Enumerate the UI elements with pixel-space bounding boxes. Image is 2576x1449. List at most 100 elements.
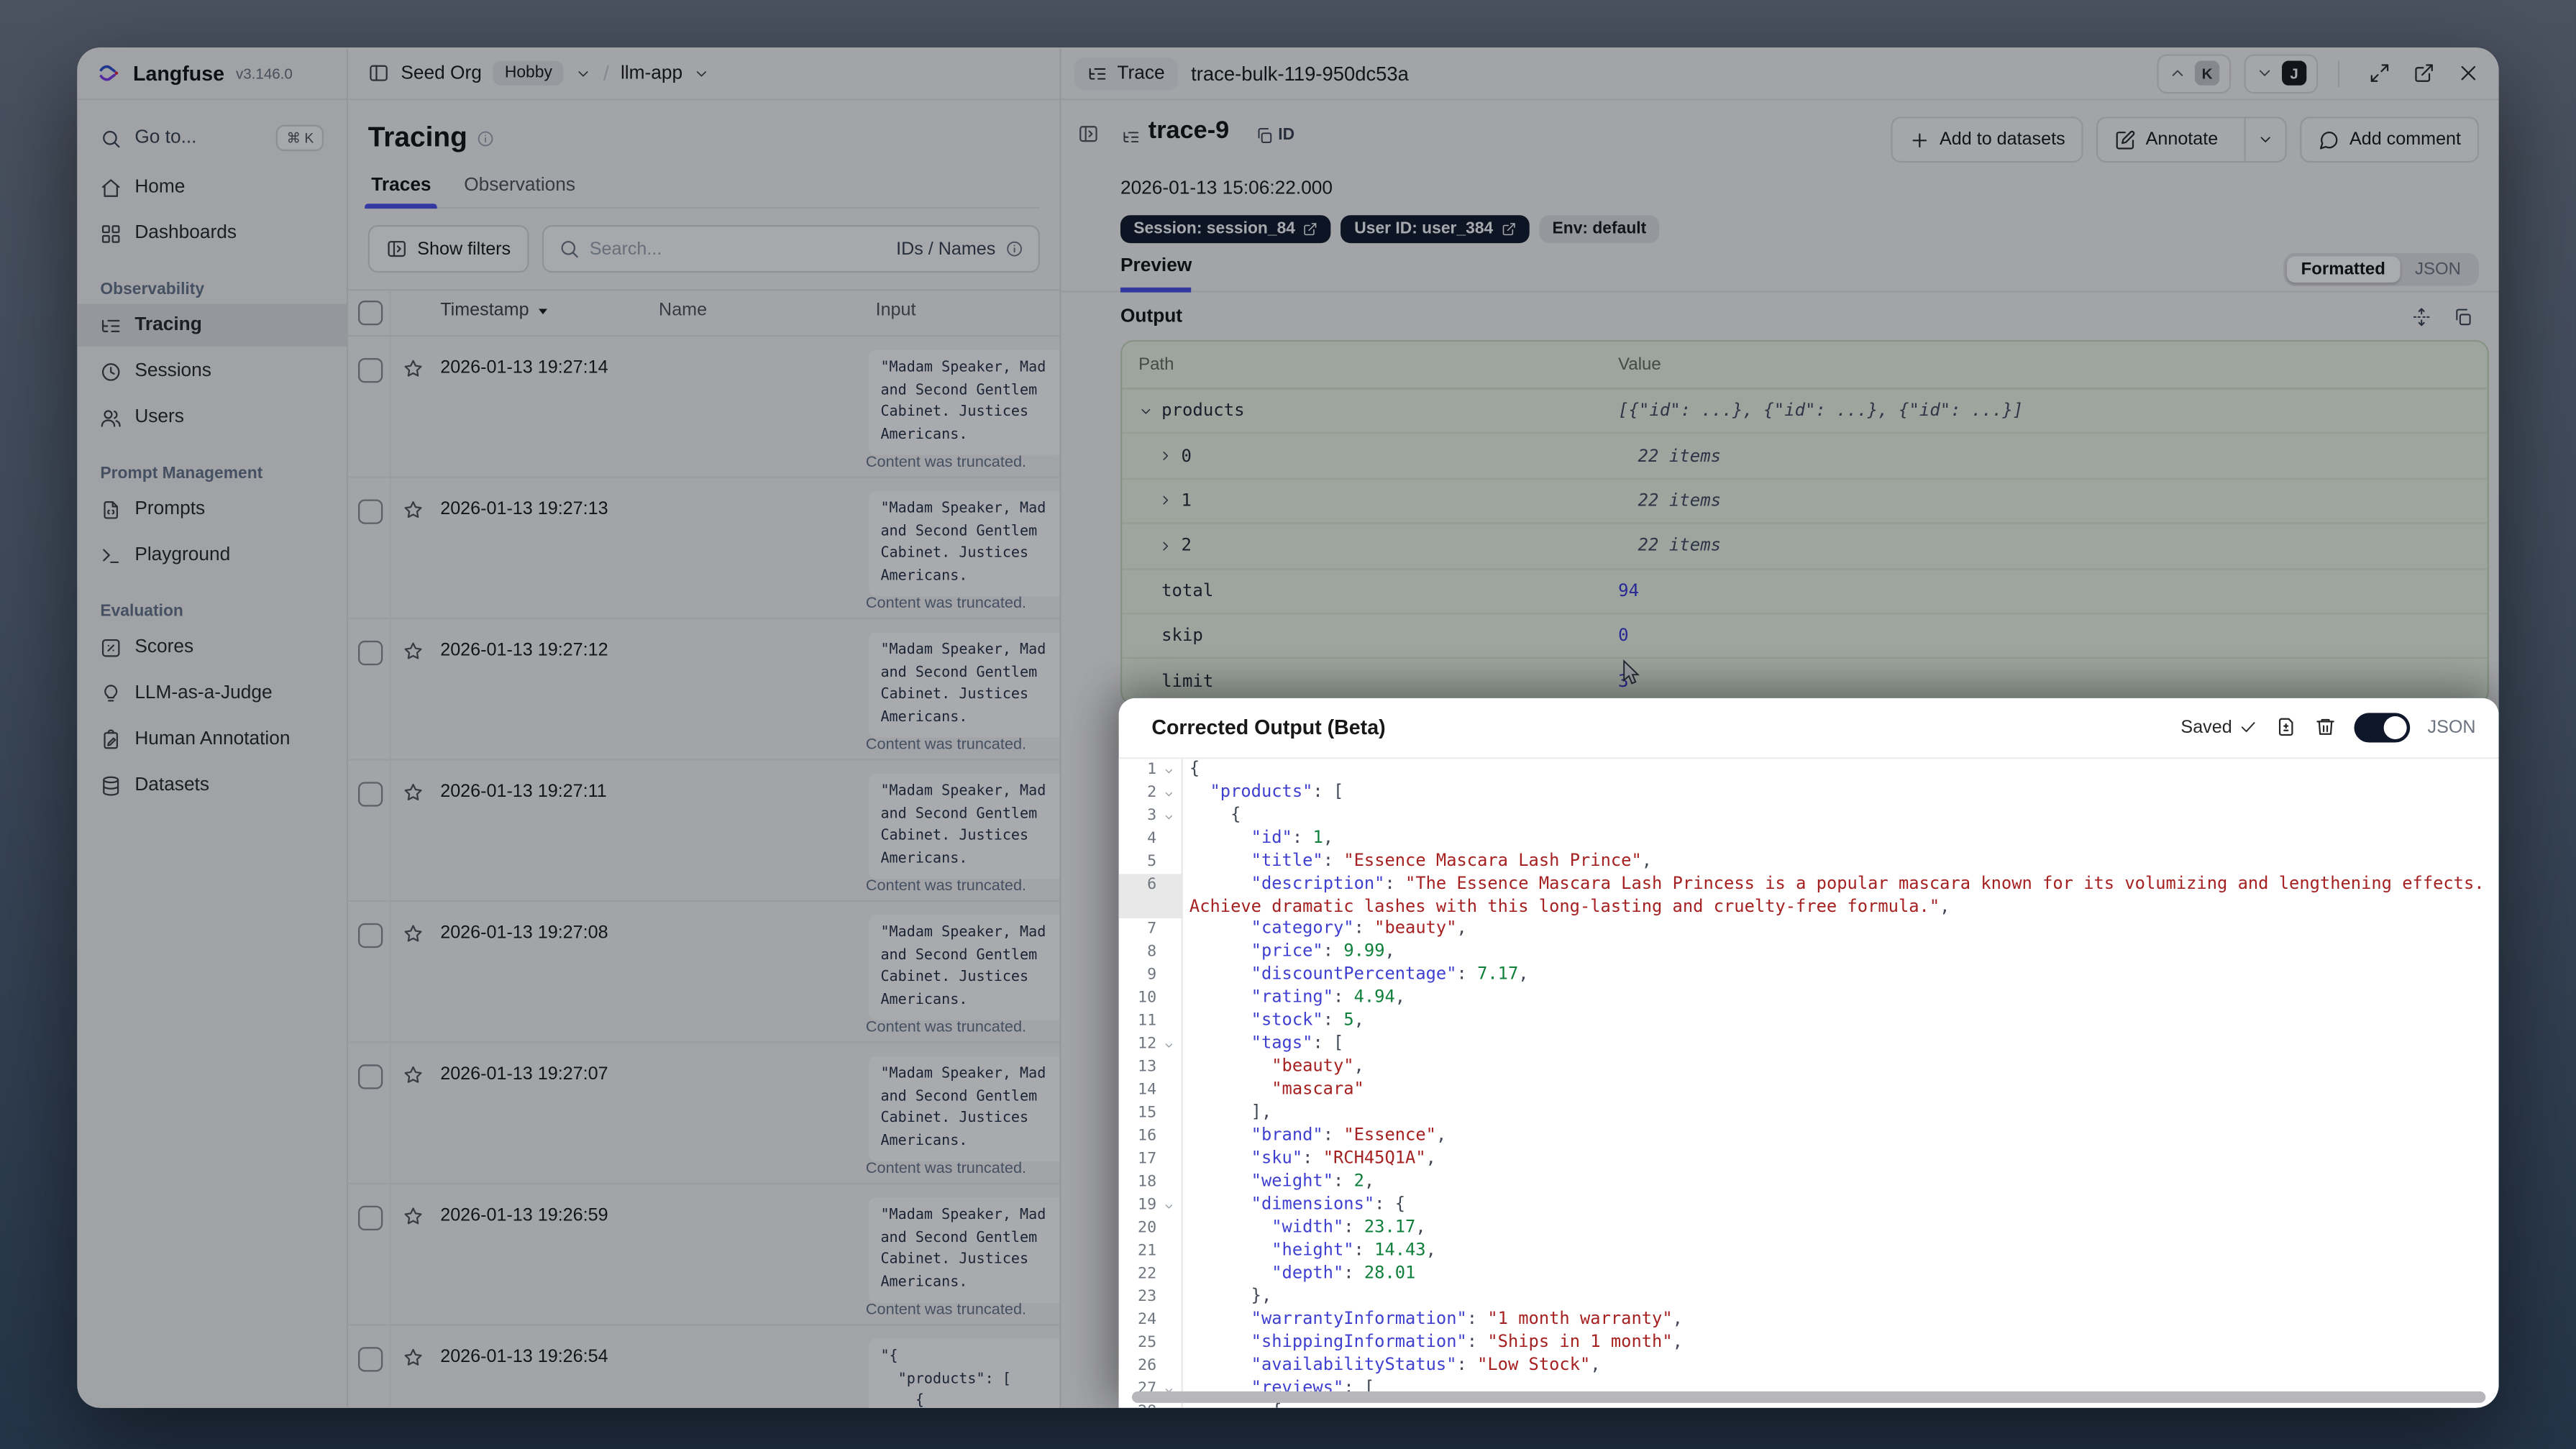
info-icon[interactable]	[478, 129, 495, 147]
editor-line[interactable]: 16 "brand": "Essence",	[1119, 1125, 2499, 1149]
column-timestamp[interactable]: Timestamp	[440, 301, 529, 320]
sidebar-item-sessions[interactable]: Sessions	[77, 350, 347, 393]
output-row-2[interactable]: 2 22 items	[1122, 524, 2488, 570]
row-checkbox[interactable]	[357, 357, 383, 383]
row-checkbox[interactable]	[357, 782, 383, 807]
format-json[interactable]: JSON	[2400, 256, 2475, 283]
sidebar-item-users[interactable]: Users	[77, 396, 347, 439]
panel-left-icon[interactable]	[368, 63, 390, 84]
format-formatted[interactable]: Formatted	[2286, 256, 2401, 283]
json-toggle[interactable]	[2353, 712, 2410, 742]
external-link-icon[interactable]	[2413, 63, 2435, 84]
trace-table-row[interactable]: 2026-01-13 19:26:54 "{ "products": [ {	[348, 1325, 1060, 1408]
editor-line[interactable]: 23 },	[1119, 1286, 2499, 1310]
output-row-limit[interactable]: limit 3	[1122, 659, 2487, 703]
fold-toggle[interactable]	[1156, 759, 1179, 782]
editor-line[interactable]: 11 "stock": 5,	[1119, 1010, 2499, 1034]
editor-line[interactable]: 8 "price": 9.99,	[1119, 941, 2499, 965]
add-comment-button[interactable]: Add comment	[2300, 116, 2480, 163]
unfold-vertical-icon[interactable]	[2411, 307, 2431, 326]
fold-toggle[interactable]	[1156, 1033, 1179, 1056]
output-row-1[interactable]: 1 22 items	[1122, 480, 2488, 525]
editor-line[interactable]: 10 "rating": 4.94,	[1119, 987, 2499, 1011]
json-editor[interactable]: 1{2 "products": [3 {4 "id": 1, 5 "title":…	[1118, 757, 2499, 1408]
sidebar-item-playground[interactable]: Playground	[77, 534, 347, 576]
next-trace-button[interactable]: J	[2244, 53, 2319, 93]
badge-env[interactable]: Env: default	[1539, 215, 1660, 244]
sidebar-item-tracing[interactable]: Tracing	[77, 303, 347, 347]
breadcrumb-org[interactable]: Seed Org	[401, 63, 481, 83]
select-all-checkbox[interactable]	[357, 301, 383, 326]
show-filters-button[interactable]: Show filters	[367, 224, 529, 273]
editor-line[interactable]: 18 "weight": 2,	[1119, 1171, 2499, 1195]
close-icon[interactable]	[2457, 63, 2479, 84]
trace-table-row[interactable]: 2026-01-13 19:27:07 "Madam Speaker, Mad an…	[348, 1043, 1060, 1185]
trace-table-row[interactable]: 2026-01-13 19:27:08 "Madam Speaker, Mad an…	[348, 902, 1060, 1043]
editor-line[interactable]: 15 ],	[1119, 1102, 2499, 1126]
trash-icon[interactable]	[2314, 716, 2336, 738]
row-checkbox[interactable]	[357, 1205, 383, 1231]
fold-toggle[interactable]	[1156, 782, 1179, 805]
editor-line[interactable]: 22 "depth": 28.01	[1119, 1263, 2499, 1287]
editor-line[interactable]: 4 "id": 1,	[1119, 828, 2499, 851]
editor-line[interactable]: 3 {	[1119, 805, 2499, 828]
output-row-products[interactable]: products [{"id": ...}, {"id": ...}, {"id"…	[1122, 389, 2488, 434]
file-diff-icon[interactable]	[2275, 716, 2296, 738]
editor-line[interactable]: 21 "height": 14.43,	[1119, 1240, 2499, 1264]
editor-line[interactable]: 7 "category": "beauty",	[1119, 918, 2499, 942]
search-input[interactable]: Search... IDs / Names	[542, 224, 1041, 273]
collapse-panel-icon[interactable]	[1078, 123, 1100, 145]
badge-session[interactable]: Session: session_84	[1120, 215, 1332, 244]
trace-table-row[interactable]: 2026-01-13 19:26:59 "Madam Speaker, Mad an…	[348, 1184, 1060, 1326]
horizontal-scrollbar[interactable]	[1131, 1391, 2486, 1403]
annotate-button[interactable]: Annotate	[2098, 118, 2234, 160]
fold-toggle[interactable]	[1156, 1194, 1179, 1217]
editor-line[interactable]: 17 "sku": "RCH45Q1A",	[1119, 1148, 2499, 1172]
editor-line[interactable]: 2 "products": [	[1119, 782, 2499, 805]
row-checkbox[interactable]	[357, 1064, 383, 1089]
trace-table-row[interactable]: 2026-01-13 19:27:12 "Madam Speaker, Mad an…	[348, 619, 1060, 761]
output-row-0[interactable]: 0 22 items	[1122, 434, 2488, 480]
column-name[interactable]: Name	[659, 301, 707, 320]
column-input[interactable]: Input	[876, 301, 916, 320]
editor-line[interactable]: 14 "mascara"	[1119, 1079, 2499, 1103]
editor-line[interactable]: 12 "tags": [	[1119, 1033, 2499, 1057]
chevron-down-icon[interactable]	[575, 65, 592, 81]
search-mode-label[interactable]: IDs / Names	[896, 239, 995, 258]
add-to-datasets-button[interactable]: Add to datasets	[1890, 116, 2083, 163]
row-checkbox[interactable]	[357, 923, 383, 949]
editor-line[interactable]: 13 "beauty",	[1119, 1056, 2499, 1080]
tab-preview[interactable]: Preview	[1120, 256, 1192, 293]
chevron-down-icon[interactable]	[694, 65, 711, 81]
output-row-total[interactable]: total 94	[1122, 570, 2488, 615]
annotate-dropdown[interactable]	[2244, 118, 2285, 161]
breadcrumb-project[interactable]: llm-app	[621, 63, 682, 83]
sidebar-item-datasets[interactable]: Datasets	[77, 764, 347, 806]
info-icon[interactable]	[1005, 240, 1023, 258]
row-checkbox[interactable]	[357, 640, 383, 666]
copy-icon[interactable]	[2453, 307, 2472, 326]
sidebar-item-dashboards[interactable]: Dashboards	[77, 212, 347, 255]
editor-line[interactable]: 5 "title": "Essence Mascara Lash Prince"…	[1119, 851, 2499, 874]
badge-user[interactable]: User ID: user_384	[1340, 215, 1530, 244]
sort-desc-icon[interactable]	[536, 303, 551, 318]
fold-toggle[interactable]	[1156, 805, 1179, 828]
row-checkbox[interactable]	[357, 1347, 383, 1372]
sidebar-item-home[interactable]: Home	[77, 166, 347, 209]
editor-line[interactable]: 1{	[1119, 759, 2499, 782]
trace-table-row[interactable]: 2026-01-13 19:27:14 "Madam Speaker, Mad an…	[348, 337, 1060, 478]
editor-line[interactable]: 20 "width": 23.17,	[1119, 1217, 2499, 1241]
trace-type-chip[interactable]: Trace	[1074, 56, 1178, 90]
sidebar-item-prompts[interactable]: Prompts	[77, 488, 347, 530]
editor-line[interactable]: 25 "shippingInformation": "Ships in 1 mo…	[1119, 1333, 2499, 1356]
sidebar-item-llm-judge[interactable]: LLM-as-a-Judge	[77, 672, 347, 714]
maximize-icon[interactable]	[2369, 63, 2390, 84]
sidebar-item-human-annotation[interactable]: Human Annotation	[77, 718, 347, 760]
trace-table-row[interactable]: 2026-01-13 19:27:13 "Madam Speaker, Mad an…	[348, 477, 1060, 620]
goto-search[interactable]: Go to... ⌘ K	[77, 116, 347, 159]
editor-line[interactable]: 6 "description": "The Essence Mascara La…	[1118, 874, 2499, 919]
tab-observations[interactable]: Observations	[461, 168, 579, 207]
editor-line[interactable]: 24 "warrantyInformation": "1 month warra…	[1119, 1309, 2499, 1333]
editor-line[interactable]: 26 "availabilityStatus": "Low Stock",	[1119, 1356, 2499, 1379]
sidebar-item-scores[interactable]: Scores	[77, 626, 347, 668]
